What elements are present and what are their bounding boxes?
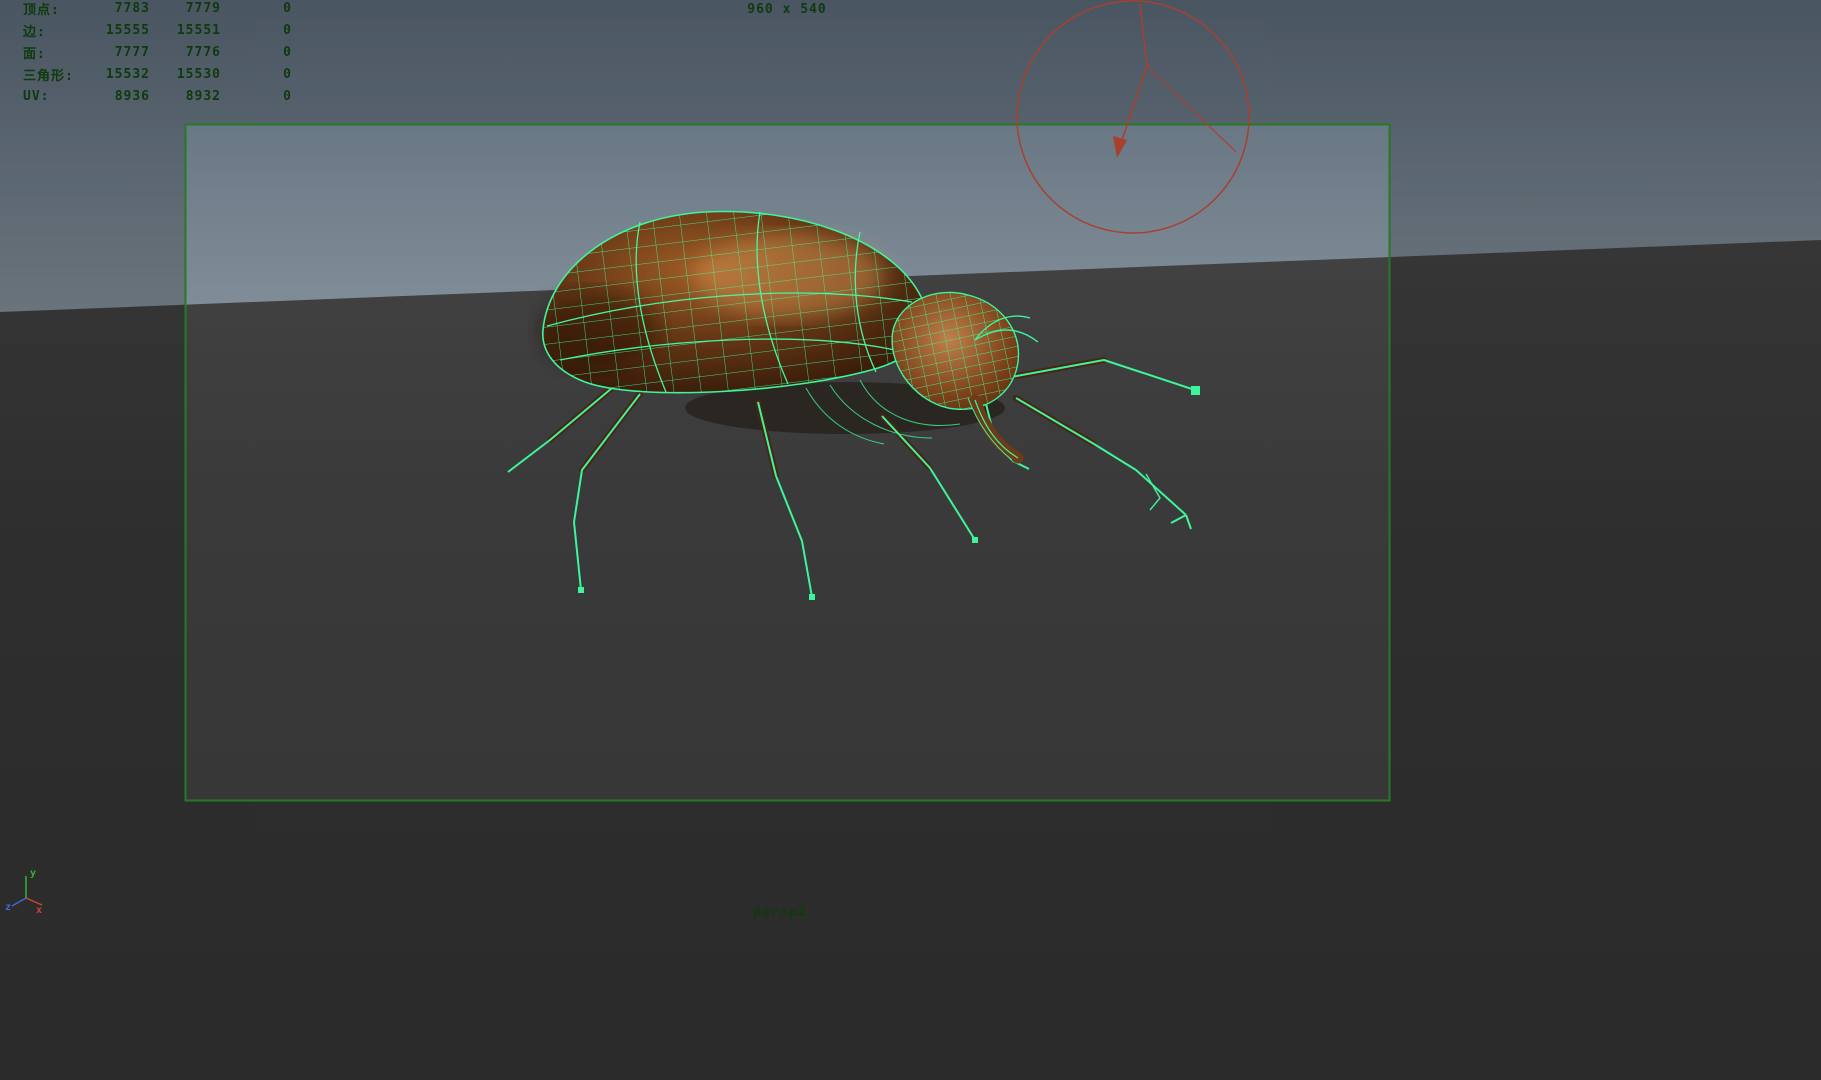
hud-row-label: 边: bbox=[23, 21, 105, 40]
hud-count-total: 7783 bbox=[105, 1, 150, 16]
hud-count-selected: 0 bbox=[221, 67, 292, 82]
axis-z-label: z bbox=[5, 902, 11, 913]
hud-count-object: 7779 bbox=[150, 1, 221, 16]
camera-name-label: persp1 bbox=[690, 905, 870, 920]
hud-count-selected: 0 bbox=[221, 1, 292, 16]
viewport-3d[interactable]: y x z 顶点: 7783 7779 0 边: 15555 15551 0 面… bbox=[0, 0, 1821, 1080]
hud-row-vertices: 顶点: 7783 7779 0 bbox=[23, 0, 292, 19]
hud-row-edges: 边: 15555 15551 0 bbox=[23, 19, 292, 41]
hud-row-faces: 面: 7777 7776 0 bbox=[23, 41, 292, 63]
hud-count-total: 7777 bbox=[105, 45, 150, 60]
hud-count-selected: 0 bbox=[221, 23, 292, 38]
hud-row-label: UV: bbox=[23, 89, 105, 104]
hud-count-selected: 0 bbox=[221, 45, 292, 60]
hud-row-label: 三角形: bbox=[23, 65, 105, 84]
hud-count-object: 8932 bbox=[150, 89, 221, 104]
hud-count-object: 15530 bbox=[150, 67, 221, 82]
hud-row-label: 顶点: bbox=[23, 0, 105, 18]
axis-y-label: y bbox=[30, 868, 36, 879]
hud-count-selected: 0 bbox=[221, 89, 292, 104]
hud-row-label: 面: bbox=[23, 43, 105, 62]
hud-count-object: 7776 bbox=[150, 45, 221, 60]
resolution-gate-label: 960 x 540 bbox=[697, 2, 877, 17]
hud-count-object: 15551 bbox=[150, 23, 221, 38]
axis-x-label: x bbox=[36, 905, 42, 916]
hud-row-uvs: UV: 8936 8932 0 bbox=[23, 85, 292, 107]
hud-count-total: 15555 bbox=[105, 23, 150, 38]
hud-row-triangles: 三角形: 15532 15530 0 bbox=[23, 63, 292, 85]
hud-count-total: 15532 bbox=[105, 67, 150, 82]
hud-count-total: 8936 bbox=[105, 89, 150, 104]
scene-canvas: y x z bbox=[0, 0, 1821, 1080]
poly-count-hud: 顶点: 7783 7779 0 边: 15555 15551 0 面: 7777… bbox=[23, 0, 292, 107]
